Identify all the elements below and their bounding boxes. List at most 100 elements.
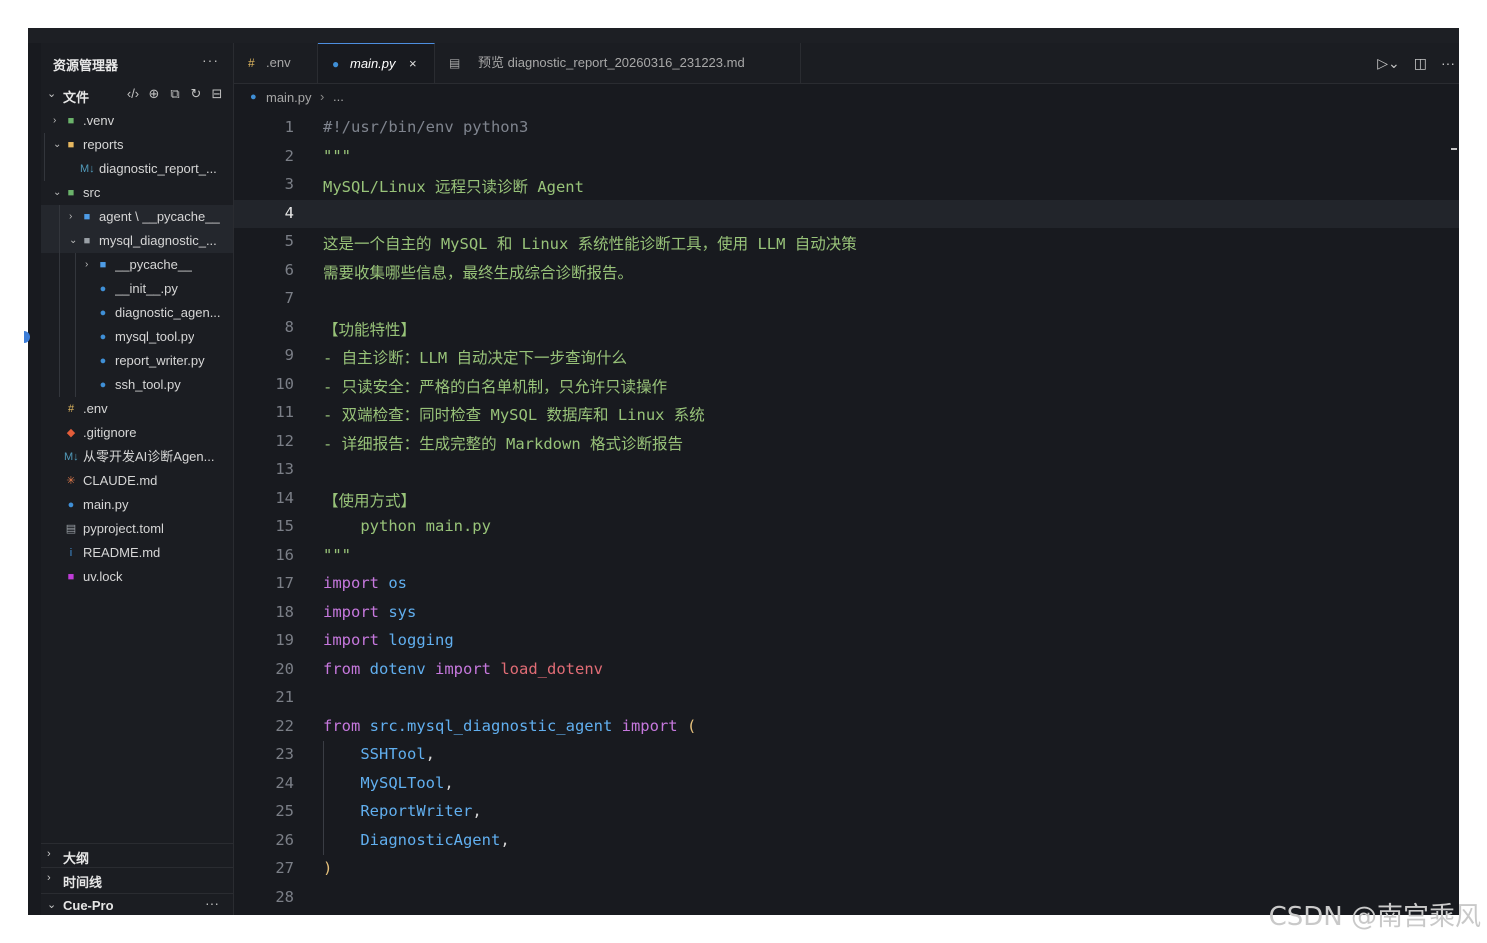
breadcrumb-symbol[interactable]: ... — [333, 89, 344, 104]
code-text: 需要收集哪些信息，最终生成综合诊断报告。 — [323, 261, 633, 283]
panel-label: Cue-Pro — [63, 898, 114, 913]
code-token: #!/usr/bin/env python3 — [323, 118, 529, 136]
tree-item[interactable]: › ■ agent \ __pycache__ — [41, 205, 233, 229]
code-token: , — [444, 773, 454, 792]
code-line[interactable]: 13 — [234, 456, 1459, 485]
new-file-icon[interactable]: ⊕ — [146, 86, 162, 102]
tree-item[interactable]: ✳ CLAUDE.md — [41, 469, 233, 493]
more-actions-icon[interactable]: ··· — [1441, 55, 1455, 71]
code-line[interactable]: 19 import logging — [234, 627, 1459, 656]
tree-item[interactable]: ● report_writer.py — [41, 349, 233, 373]
code-line[interactable]: 16 """ — [234, 542, 1459, 571]
code-line[interactable]: 14 【使用方式】 — [234, 485, 1459, 514]
tree-item[interactable]: M↓ diagnostic_report_... — [41, 157, 233, 181]
split-editor-icon[interactable]: ◫ — [1414, 55, 1427, 72]
code-line[interactable]: 4 — [234, 199, 1459, 228]
code-editor[interactable]: 1 #!/usr/bin/env python3 2 """ 3 MySQL/Linux … — [234, 112, 1459, 915]
panel-header[interactable]: › 大纲 — [41, 843, 233, 868]
tree-item[interactable]: ■ uv.lock — [41, 565, 233, 589]
code-line[interactable]: 20 from dotenv import load_dotenv — [234, 656, 1459, 685]
code-line[interactable]: 24 MySQLTool, — [234, 769, 1459, 798]
tree-item[interactable]: # .env — [41, 397, 233, 421]
code-line[interactable]: 3 MySQL/Linux 远程只读诊断 Agent — [234, 171, 1459, 200]
tab-1[interactable]: ● main.py × — [318, 43, 435, 83]
line-number: 21 — [275, 688, 294, 706]
tree-item[interactable]: ● __init__.py — [41, 277, 233, 301]
code-icon[interactable]: ‹/› — [125, 86, 141, 102]
explorer-more-icon[interactable]: ··· — [202, 52, 219, 68]
code-line[interactable]: 23 SSHTool, — [234, 741, 1459, 770]
files-section-header[interactable]: ⌄ 文件 ‹/› ⊕ ⧉ ↻ ⊟ — [41, 83, 233, 107]
python-icon: ● — [250, 91, 257, 103]
folder-src-icon: ■ — [67, 187, 75, 199]
tree-item[interactable]: ⌄ ■ reports — [41, 133, 233, 157]
code-text: ReportWriter, — [323, 802, 481, 820]
close-icon[interactable]: × — [409, 44, 417, 84]
chevron-down-icon: ⌄ — [53, 139, 62, 150]
code-line[interactable]: 12 - 详细报告：生成完整的 Markdown 格式诊断报告 — [234, 428, 1459, 457]
tree-item-label: diagnostic_report_... — [99, 161, 217, 176]
info-icon: i — [69, 547, 73, 559]
run-icon[interactable]: ▷⌄ — [1377, 55, 1400, 72]
python-icon: ● — [332, 57, 340, 71]
tree-item[interactable]: › ■ .venv — [41, 109, 233, 133]
collapse-all-icon[interactable]: ⊟ — [209, 86, 225, 102]
python-icon: ● — [99, 307, 107, 319]
panel-label: 时间线 — [63, 875, 103, 890]
tree-item[interactable]: ◆ .gitignore — [41, 421, 233, 445]
tree-item[interactable]: ⌄ ■ mysql_diagnostic_... — [41, 229, 233, 253]
code-line[interactable]: 21 — [234, 684, 1459, 713]
tree-item-label: 从零开发AI诊断Agen... — [83, 449, 215, 464]
code-token: logging — [388, 631, 454, 649]
tree-item[interactable]: M↓ 从零开发AI诊断Agen... — [41, 445, 233, 469]
chevron-right-icon: › — [47, 872, 51, 884]
code-line[interactable]: 18 import sys — [234, 599, 1459, 628]
breadcrumb-file[interactable]: main.py — [266, 90, 312, 105]
code-line[interactable]: 8 【功能特性】 — [234, 314, 1459, 343]
code-line[interactable]: 5 这是一个自主的 MySQL 和 Linux 系统性能诊断工具，使用 LLM 自… — [234, 228, 1459, 257]
panel-header[interactable]: ⌄ Cue-Pro ··· — [41, 893, 233, 915]
tree-item[interactable]: ● ssh_tool.py — [41, 373, 233, 397]
code-line[interactable]: 26 DiagnosticAgent, — [234, 826, 1459, 855]
tree-item[interactable]: ▤ pyproject.toml — [41, 517, 233, 541]
tree-item[interactable]: ● diagnostic_agen... — [41, 301, 233, 325]
code-line[interactable]: 11 - 双端检查：同时检查 MySQL 数据库和 Linux 系统 — [234, 399, 1459, 428]
code-line[interactable]: 7 — [234, 285, 1459, 314]
code-line[interactable]: 25 ReportWriter, — [234, 798, 1459, 827]
line-number: 28 — [275, 887, 294, 906]
code-line[interactable]: 10 - 只读安全：严格的白名单机制，只允许只读操作 — [234, 371, 1459, 400]
code-line[interactable]: 27) — [234, 855, 1459, 884]
tree-item[interactable]: ● main.py — [41, 493, 233, 517]
line-number: 23 — [275, 745, 294, 763]
code-line[interactable]: 2 """ — [234, 143, 1459, 172]
tree-item[interactable]: i README.md — [41, 541, 233, 565]
refresh-icon[interactable]: ↻ — [188, 86, 204, 102]
code-line[interactable]: 6 需要收集哪些信息，最终生成综合诊断报告。 — [234, 257, 1459, 286]
code-token: """ — [323, 146, 351, 165]
code-token: - 双端检查：同时检查 MySQL 数据库和 Linux 系统 — [323, 406, 705, 424]
line-number: 15 — [275, 517, 294, 535]
tree-item[interactable]: ● mysql_tool.py — [41, 325, 233, 349]
more-icon[interactable]: ··· — [205, 895, 219, 911]
code-line[interactable]: 15 python main.py — [234, 513, 1459, 542]
line-number: 8 — [284, 317, 294, 336]
new-folder-icon[interactable]: ⧉ — [167, 86, 183, 102]
code-token: import — [323, 602, 389, 621]
line-number: 5 — [284, 232, 294, 250]
line-number: 20 — [275, 659, 294, 678]
tab-0[interactable]: # .env — [234, 43, 318, 83]
code-line[interactable]: 1 #!/usr/bin/env python3 — [234, 114, 1459, 143]
code-line[interactable]: 9 - 自主诊断：LLM 自动决定下一步查询什么 — [234, 342, 1459, 371]
env-icon: # — [67, 403, 75, 415]
code-text: SSHTool, — [323, 745, 435, 763]
tree-item-label: CLAUDE.md — [83, 473, 158, 488]
panel-header[interactable]: › 时间线 — [41, 867, 233, 892]
tree-item[interactable]: › ■ __pycache__ — [41, 253, 233, 277]
code-line[interactable]: 22 from src.mysql_diagnostic_agent import… — [234, 713, 1459, 742]
line-number: 24 — [275, 773, 294, 792]
tree-item[interactable]: ⌄ ■ src — [41, 181, 233, 205]
line-number: 11 — [275, 403, 294, 421]
markdown-icon: M↓ — [64, 451, 79, 463]
code-line[interactable]: 17 import os — [234, 570, 1459, 599]
tab-2[interactable]: ▤ 预览 diagnostic_report_20260316_231223.md — [435, 43, 801, 83]
